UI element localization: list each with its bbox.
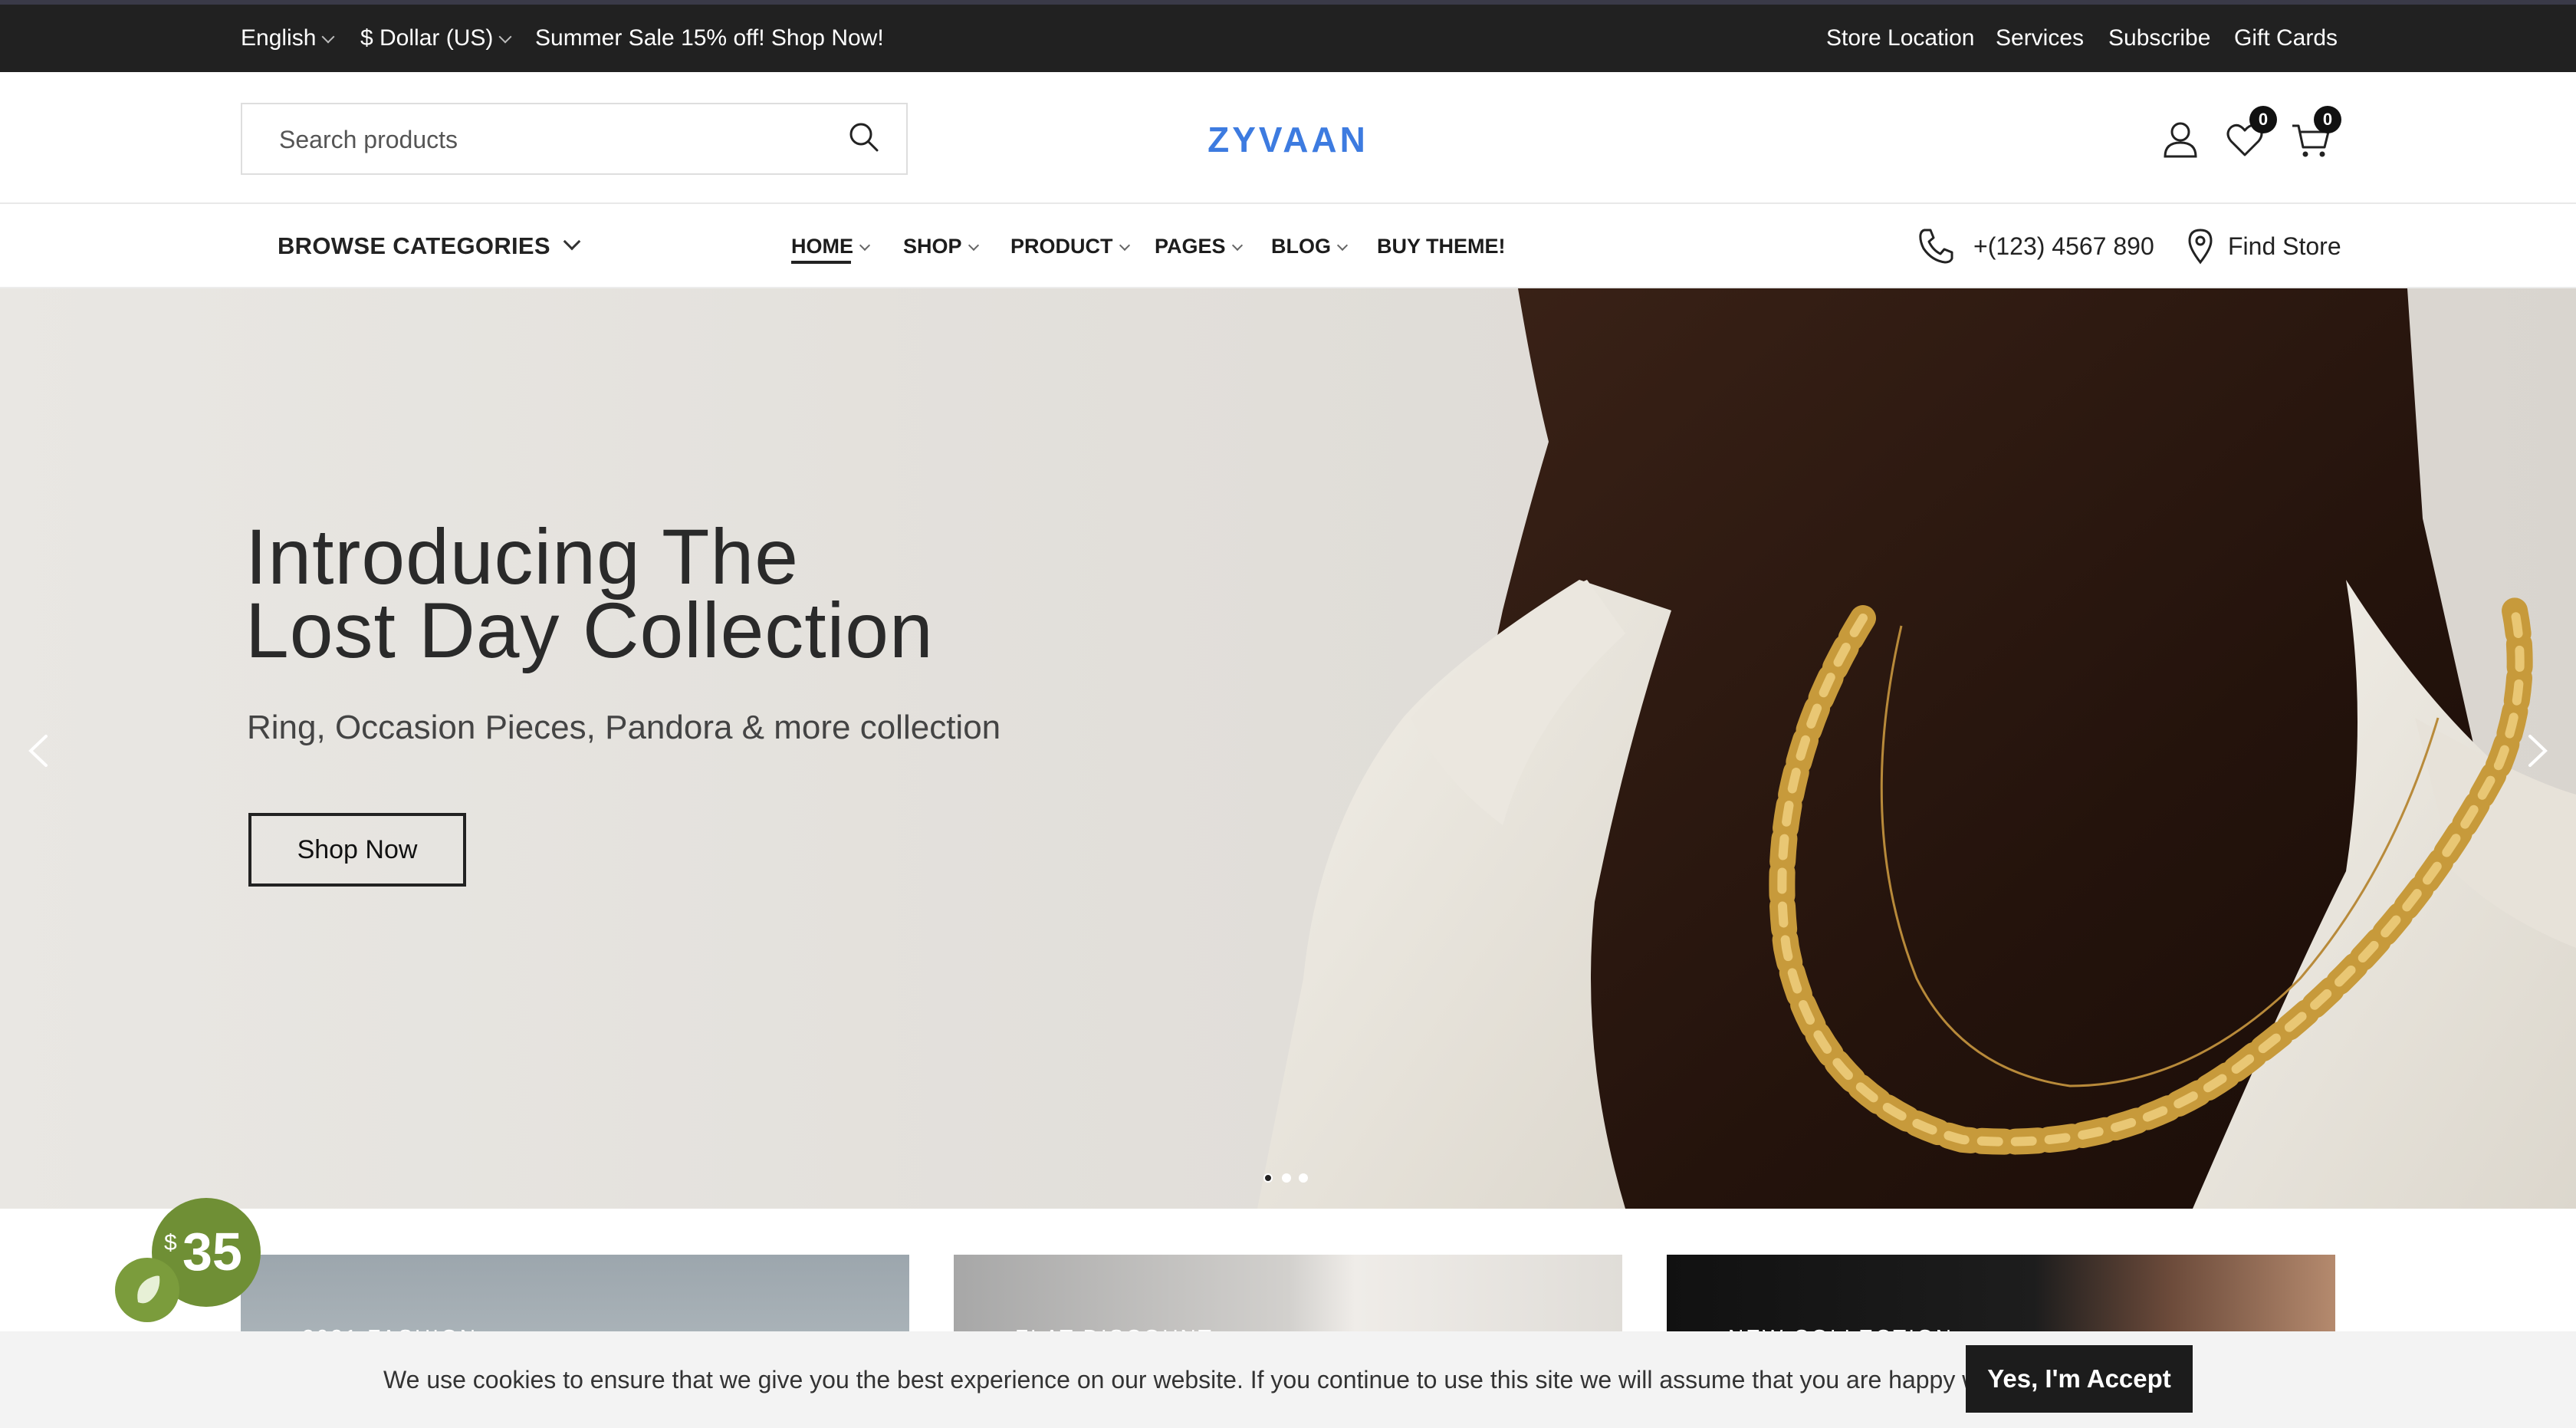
top-bar: English $ Dollar (US) Summer Sale 15% of… xyxy=(0,0,2576,72)
chevron-down-icon xyxy=(321,30,335,44)
hero-title-line1: Introducing The xyxy=(245,513,799,600)
cart-count-badge: 0 xyxy=(2314,106,2341,133)
gift-cards-link[interactable]: Gift Cards xyxy=(2234,5,2338,72)
nav-shop-label: SHOP xyxy=(903,235,962,258)
chevron-down-icon xyxy=(563,232,581,251)
nav-pages-label: PAGES xyxy=(1155,235,1226,258)
language-selector[interactable]: English xyxy=(241,5,335,72)
header: ZYVAAN 0 0 xyxy=(0,72,2576,204)
nav-blog-label: BLOG xyxy=(1271,235,1331,258)
slider-dot[interactable] xyxy=(1263,1173,1273,1183)
wishlist-count-badge: 0 xyxy=(2249,106,2277,133)
leaf-badge[interactable] xyxy=(115,1258,179,1322)
chevron-down-icon xyxy=(1336,239,1349,252)
nav-home[interactable]: HOME xyxy=(791,204,871,288)
chevron-down-icon xyxy=(859,239,871,252)
search-icon[interactable] xyxy=(845,118,883,156)
cookie-accept-button[interactable]: Yes, I'm Accept xyxy=(1966,1345,2193,1413)
services-link[interactable]: Services xyxy=(1996,5,2084,72)
nav-product[interactable]: PRODUCT xyxy=(1010,204,1130,288)
logo-text: ZYVAAN xyxy=(1208,120,1368,160)
shop-now-button[interactable]: Shop Now xyxy=(248,813,466,887)
chevron-left-icon[interactable] xyxy=(20,732,58,770)
account-icon[interactable] xyxy=(2157,117,2203,163)
hero-title: Introducing The Lost Day Collection xyxy=(245,513,934,674)
slider-dot[interactable] xyxy=(1282,1173,1291,1183)
zyvaan-logo[interactable]: ZYVAAN xyxy=(1196,114,1380,167)
nav-product-label: PRODUCT xyxy=(1010,235,1113,258)
language-label: English xyxy=(241,25,317,51)
currency-label: $ Dollar (US) xyxy=(360,25,494,51)
chevron-down-icon xyxy=(498,30,512,44)
nav-blog[interactable]: BLOG xyxy=(1271,204,1349,288)
promo-link[interactable]: Summer Sale 15% off! Shop Now! xyxy=(535,5,884,72)
price-amount: 35 xyxy=(182,1222,242,1282)
cookie-banner: We use cookies to ensure that we give yo… xyxy=(0,1331,2576,1428)
subscribe-link[interactable]: Subscribe xyxy=(2108,5,2210,72)
map-pin-icon xyxy=(2188,229,2213,265)
slider-dots xyxy=(1263,1173,1309,1184)
hero-subtitle: Ring, Occasion Pieces, Pandora & more co… xyxy=(247,709,1001,746)
browse-categories-button[interactable]: BROWSE CATEGORIES xyxy=(278,204,581,288)
search-box xyxy=(241,103,908,175)
slider-dot[interactable] xyxy=(1299,1173,1308,1183)
hero-slider: Introducing The Lost Day Collection Ring… xyxy=(0,288,2576,1209)
chevron-right-icon[interactable] xyxy=(2518,732,2556,770)
chevron-down-icon xyxy=(1231,239,1243,252)
phone-number[interactable]: +(123) 4567 890 xyxy=(1973,204,2154,288)
main-navigation: BROWSE CATEGORIES HOME SHOP PRODUCT PAGE… xyxy=(0,204,2576,288)
currency-selector[interactable]: $ Dollar (US) xyxy=(360,5,512,72)
hero-title-line2: Lost Day Collection xyxy=(245,587,934,674)
chevron-down-icon xyxy=(968,239,979,252)
nav-pages[interactable]: PAGES xyxy=(1155,204,1243,288)
cookie-message: We use cookies to ensure that we give yo… xyxy=(383,1366,2032,1393)
find-store-link[interactable]: Find Store xyxy=(2228,204,2341,288)
nav-home-label: HOME xyxy=(791,235,853,258)
hero-model-image xyxy=(0,288,2576,1209)
price-currency: $ xyxy=(164,1230,177,1255)
leaf-icon xyxy=(137,1275,160,1304)
phone-icon xyxy=(1919,229,1953,264)
nav-shop[interactable]: SHOP xyxy=(903,204,979,288)
store-location-link[interactable]: Store Location xyxy=(1826,5,1974,72)
nav-buy-theme[interactable]: BUY THEME! xyxy=(1377,204,1506,288)
browse-categories-label: BROWSE CATEGORIES xyxy=(278,232,550,259)
search-input[interactable] xyxy=(279,118,816,161)
chevron-down-icon xyxy=(1119,239,1130,252)
